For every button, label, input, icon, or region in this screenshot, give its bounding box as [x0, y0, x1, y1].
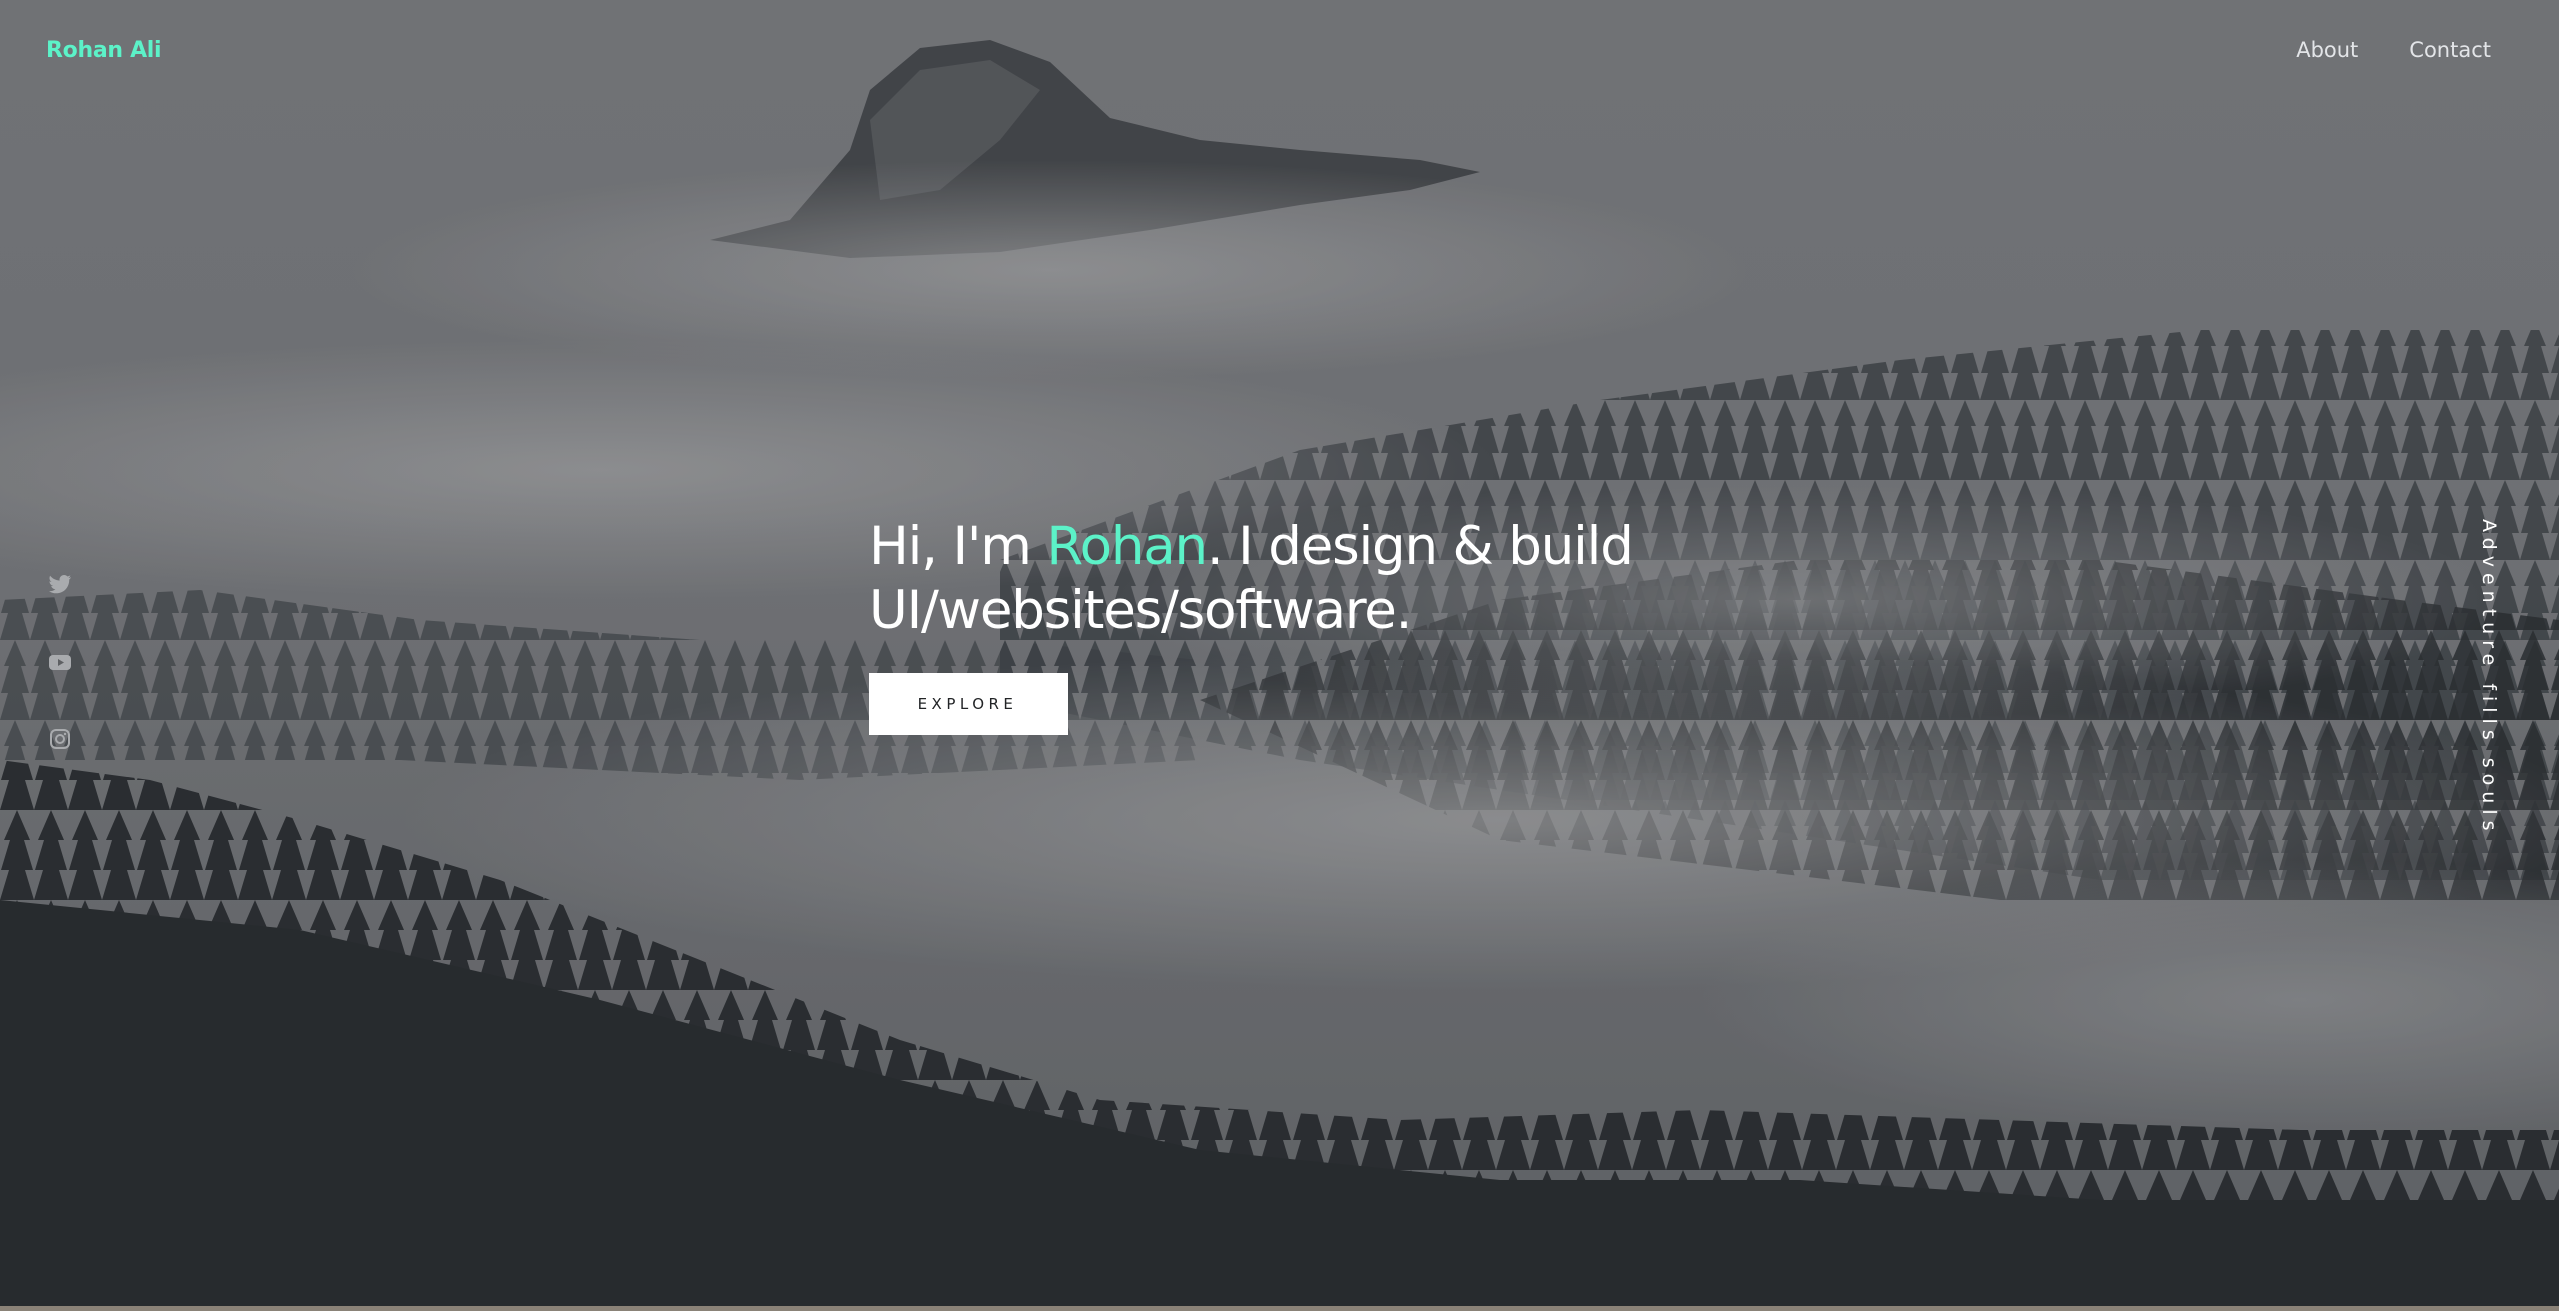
nav-links: About Contact [2296, 38, 2491, 62]
hero-line2: UI/websites/software. [869, 580, 1413, 641]
bottom-edge-strip [0, 1306, 2559, 1311]
brand-logo-link[interactable]: Rohan Ali [46, 38, 162, 63]
explore-button[interactable]: EXPLORE [869, 673, 1068, 735]
social-links [48, 574, 72, 750]
hero-greeting: Hi, I'm [869, 516, 1047, 577]
background-forest-image [0, 0, 2559, 1311]
hero-line1-rest: . I design & build [1206, 516, 1634, 577]
hero-section: Hi, I'm Rohan. I design & build UI/websit… [869, 515, 1769, 735]
instagram-icon[interactable] [48, 728, 72, 750]
nav-link-about[interactable]: About [2296, 38, 2358, 62]
hero-heading: Hi, I'm Rohan. I design & build UI/websit… [869, 515, 1769, 643]
youtube-icon[interactable] [48, 651, 72, 673]
vertical-tagline: Adventure fills souls [2478, 519, 2500, 837]
nav-link-contact[interactable]: Contact [2409, 38, 2491, 62]
top-navigation: Rohan Ali About Contact [0, 0, 2559, 104]
twitter-icon[interactable] [48, 574, 72, 596]
hero-name: Rohan [1046, 516, 1208, 577]
